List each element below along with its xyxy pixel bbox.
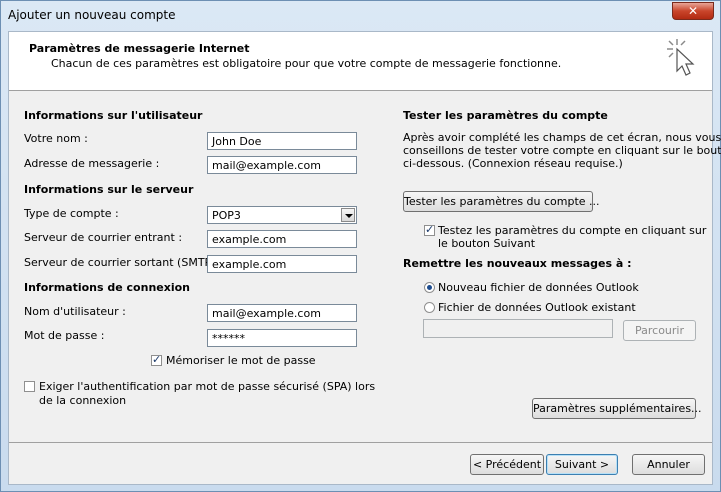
incoming-server-field[interactable]: example.com bbox=[207, 230, 357, 248]
back-button[interactable]: < Précédent bbox=[470, 454, 544, 475]
next-button[interactable]: Suivant > bbox=[546, 454, 618, 475]
dialog-window: Ajouter un nouveau compte ✕ Paramètres d… bbox=[0, 0, 721, 492]
close-icon: ✕ bbox=[688, 4, 699, 18]
existing-data-file-label: Fichier de données Outlook existant bbox=[438, 301, 636, 314]
account-type-select[interactable]: POP3 bbox=[207, 206, 357, 224]
test-desc-line1: Après avoir complété les champs de cet é… bbox=[403, 131, 721, 144]
incoming-server-label: Serveur de courrier entrant : bbox=[24, 231, 183, 244]
name-label: Votre nom : bbox=[24, 132, 88, 145]
test-on-next-label-line1: Testez les paramètres du compte en cliqu… bbox=[438, 224, 707, 237]
user-info-heading: Informations sur l'utilisateur bbox=[24, 109, 203, 122]
existing-data-file-radio[interactable] bbox=[424, 302, 435, 313]
spa-label-line1: Exiger l'authentification par mot de pas… bbox=[39, 380, 376, 393]
dialog-content: Paramètres de messagerie Internet Chacun… bbox=[8, 31, 721, 485]
header-banner: Paramètres de messagerie Internet Chacun… bbox=[9, 32, 712, 91]
remember-password-checkbox[interactable] bbox=[151, 353, 162, 366]
spa-label-line2: de la connexion bbox=[39, 394, 127, 407]
logon-info-heading: Informations de connexion bbox=[24, 281, 190, 294]
test-on-next-checkbox[interactable] bbox=[424, 223, 435, 236]
account-type-label: Type de compte : bbox=[24, 207, 119, 220]
spa-checkbox[interactable] bbox=[24, 381, 35, 392]
username-label: Nom d'utilisateur : bbox=[24, 305, 126, 318]
test-on-next-label-line2: le bouton Suivant bbox=[438, 237, 536, 250]
password-label: Mot de passe : bbox=[24, 329, 105, 342]
server-info-heading: Informations sur le serveur bbox=[24, 183, 194, 196]
password-field[interactable]: ****** bbox=[207, 329, 357, 347]
outgoing-server-field[interactable]: example.com bbox=[207, 255, 357, 273]
new-data-file-label: Nouveau fichier de données Outlook bbox=[438, 281, 639, 294]
name-field[interactable]: John Doe bbox=[207, 132, 357, 150]
test-desc-line2: conseillons de tester votre compte en cl… bbox=[403, 144, 721, 157]
cancel-button[interactable]: Annuler bbox=[632, 454, 705, 475]
header-subtitle: Chacun de ces paramètres est obligatoire… bbox=[51, 57, 562, 70]
footer-divider bbox=[9, 442, 712, 443]
close-button[interactable]: ✕ bbox=[672, 2, 714, 20]
browse-button: Parcourir bbox=[623, 320, 696, 341]
header-title: Paramètres de messagerie Internet bbox=[29, 42, 250, 55]
window-title: Ajouter un nouveau compte bbox=[8, 8, 176, 22]
new-data-file-radio[interactable] bbox=[424, 282, 435, 293]
test-settings-heading: Tester les paramètres du compte bbox=[403, 109, 608, 122]
outgoing-server-label: Serveur de courrier sortant (SMTP) : bbox=[24, 256, 223, 269]
deliver-heading: Remettre les nouveaux messages à : bbox=[403, 257, 632, 270]
chevron-down-icon[interactable] bbox=[341, 208, 355, 222]
account-type-value: POP3 bbox=[212, 209, 241, 222]
email-label: Adresse de messagerie : bbox=[24, 157, 160, 170]
remember-password-label: Mémoriser le mot de passe bbox=[166, 354, 316, 367]
existing-data-file-path bbox=[423, 319, 613, 338]
test-desc-line3: ci-dessous. (Connexion réseau requise.) bbox=[403, 157, 623, 170]
email-field[interactable]: mail@example.com bbox=[207, 156, 357, 174]
more-settings-button[interactable]: Paramètres supplémentaires... bbox=[532, 398, 702, 419]
title-bar: Ajouter un nouveau compte ✕ bbox=[1, 1, 720, 31]
username-field[interactable]: mail@example.com bbox=[207, 304, 357, 322]
cursor-click-icon bbox=[667, 39, 695, 76]
test-account-settings-button[interactable]: Tester les paramètres du compte ... bbox=[403, 191, 600, 212]
